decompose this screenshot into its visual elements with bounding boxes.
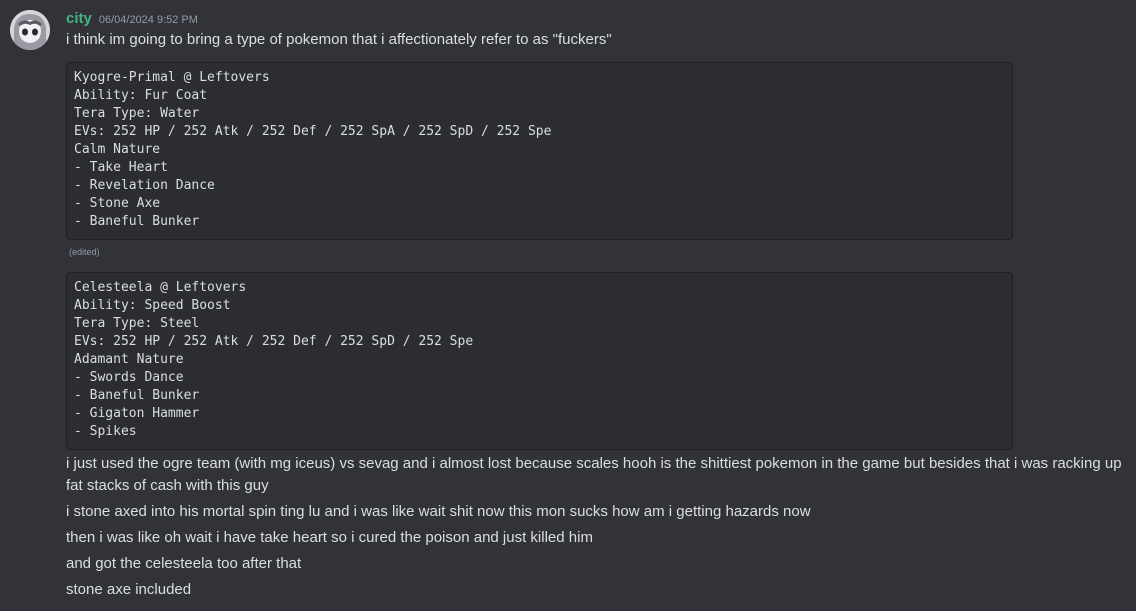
code-line: - Gigaton Hammer <box>74 406 200 421</box>
code-line: - Take Heart <box>74 160 168 175</box>
code-line: Kyogre-Primal @ Leftovers <box>74 70 270 85</box>
code-block: Celesteela @ Leftovers Ability: Speed Boo… <box>66 272 1013 450</box>
code-block: Kyogre-Primal @ Leftovers Ability: Fur Co… <box>66 62 1013 240</box>
code-line: Celesteela @ Leftovers <box>74 280 247 295</box>
timestamp: 06/04/2024 9:52 PM <box>98 14 198 26</box>
code-line: - Baneful Bunker <box>74 214 200 229</box>
code-line: Tera Type: Steel <box>74 316 200 331</box>
message-text: i stone axed into his mortal spin ting l… <box>66 503 811 520</box>
code-line: - Spikes <box>74 424 137 439</box>
edited-label: (edited) <box>69 247 100 257</box>
username[interactable]: city <box>66 9 92 29</box>
code-line: Ability: Speed Boost <box>74 298 231 313</box>
message-text: i just used the ogre team (with mg iceus… <box>66 455 1122 494</box>
code-line: EVs: 252 HP / 252 Atk / 252 Def / 252 Sp… <box>74 124 552 139</box>
code-line: Adamant Nature <box>74 352 184 367</box>
code-line: - Revelation Dance <box>74 178 215 193</box>
code-line: EVs: 252 HP / 252 Atk / 252 Def / 252 Sp… <box>74 334 474 349</box>
code-line: Tera Type: Water <box>74 106 200 121</box>
message-text: i think im going to bring a type of poke… <box>66 31 612 48</box>
message-text: and got the celesteela too after that <box>66 555 302 572</box>
code-line: Ability: Fur Coat <box>74 88 208 103</box>
user-avatar[interactable] <box>10 10 50 50</box>
message-text: then i was like oh wait i have take hear… <box>66 529 593 546</box>
code-line: - Baneful Bunker <box>74 388 200 403</box>
message-text: stone axe included <box>66 581 192 598</box>
code-line: - Stone Axe <box>74 196 161 211</box>
code-line: Calm Nature <box>74 142 161 157</box>
code-line: - Swords Dance <box>74 370 184 385</box>
message-group: city 06/04/2024 9:52 PM i think im going… <box>0 0 1136 611</box>
message-header: city 06/04/2024 9:52 PM <box>66 9 198 29</box>
